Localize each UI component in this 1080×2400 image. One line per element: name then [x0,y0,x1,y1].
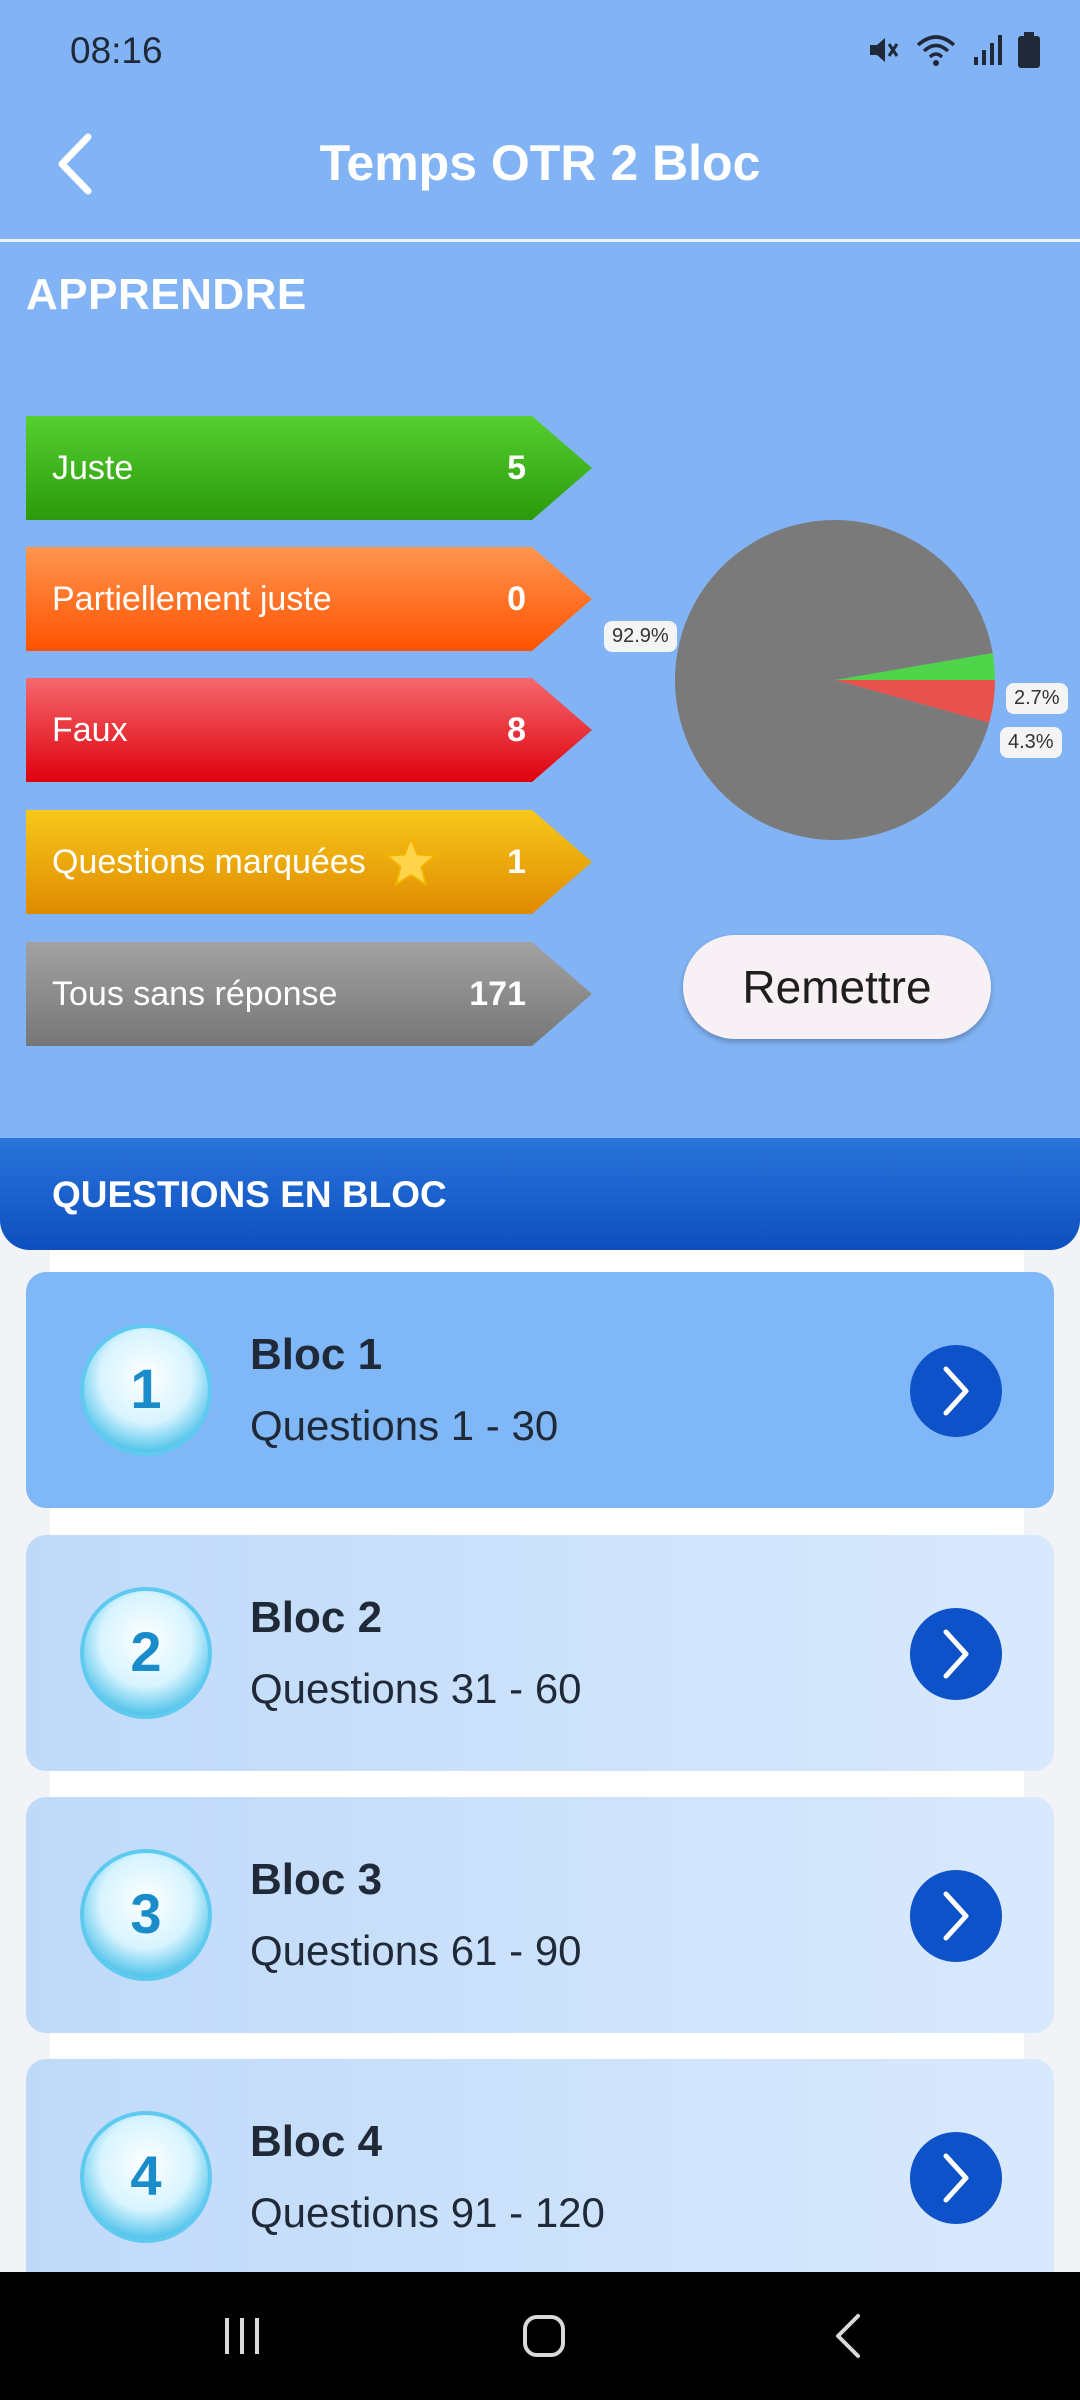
chevron-right-icon [943,2153,969,2203]
bloc-card-3[interactable]: 3 Bloc 3 Questions 61 - 90 [26,1797,1054,2033]
pie-label-gray: 92.9% [604,621,677,652]
status-icons [866,32,1040,68]
header-divider [0,239,1080,242]
stat-count: 1 [507,842,526,881]
bloc-title: Bloc 4 [250,2117,383,2166]
open-bloc-button[interactable] [910,1608,1002,1700]
number-badge-icon: 1 [80,1324,212,1456]
stat-count: 0 [507,579,526,618]
reset-button[interactable]: Remettre [683,935,991,1039]
mute-icon [870,38,899,62]
recents-icon [225,2318,259,2354]
badge-number: 1 [130,1357,161,1420]
chevron-right-icon [943,1366,969,1416]
stat-row-marked[interactable]: Questions marquées 1 [26,810,592,914]
bloc-title: Bloc 3 [250,1855,383,1904]
status-time: 08:16 [70,30,163,71]
stat-row-wrong[interactable]: Faux 8 [26,678,592,782]
bloc-range: Questions 31 - 60 [250,1665,582,1712]
bloc-section-header: QUESTIONS EN BLOC [0,1138,1080,1250]
page-title: Temps OTR 2 Bloc [319,135,761,191]
bloc-card-1[interactable]: 1 Bloc 1 Questions 1 - 30 [26,1272,1054,1508]
wifi-icon [916,35,956,66]
bloc-card-4[interactable]: 4 Bloc 4 Questions 91 - 120 [26,2059,1054,2295]
stat-row-correct[interactable]: Juste 5 [26,416,592,520]
nav-back-button[interactable] [808,2306,888,2366]
recents-button[interactable] [202,2306,282,2366]
open-bloc-button[interactable] [910,2132,1002,2224]
pie-label-green: 2.7% [1006,683,1068,714]
nav-back-icon [836,2314,860,2358]
bloc-range: Questions 1 - 30 [250,1402,559,1449]
home-icon [523,2315,565,2357]
star-icon [384,836,438,887]
bloc-title: Bloc 1 [250,1330,383,1379]
number-badge-icon: 4 [80,2111,212,2243]
stat-count: 8 [507,710,526,749]
open-bloc-button[interactable] [910,1345,1002,1437]
badge-number: 2 [130,1620,161,1683]
section-heading-learn: APPRENDRE [26,270,307,319]
bloc-range: Questions 61 - 90 [250,1927,582,1974]
signal-icon [974,35,1002,65]
bloc-range: Questions 91 - 120 [250,2189,605,2236]
bloc-section-title: QUESTIONS EN BLOC [52,1174,447,1215]
number-badge-icon: 2 [80,1587,212,1719]
result-pie-chart [675,520,995,840]
stat-row-unanswered[interactable]: Tous sans réponse 171 [26,942,592,1046]
bloc-title: Bloc 2 [250,1593,383,1642]
open-bloc-button[interactable] [910,1870,1002,1962]
chevron-right-icon [943,1891,969,1941]
stat-count: 171 [469,974,526,1013]
home-button[interactable] [504,2306,584,2366]
system-nav-bar [0,2272,1080,2400]
pie-label-red: 4.3% [1000,727,1062,758]
number-badge-icon: 3 [80,1849,212,1981]
stat-count: 5 [507,448,526,487]
battery-icon [1018,32,1040,68]
chevron-right-icon [943,1629,969,1679]
bloc-card-2[interactable]: 2 Bloc 2 Questions 31 - 60 [26,1535,1054,1771]
badge-number: 4 [130,2144,161,2207]
badge-number: 3 [130,1882,161,1945]
stat-row-partial[interactable]: Partiellement juste 0 [26,547,592,651]
